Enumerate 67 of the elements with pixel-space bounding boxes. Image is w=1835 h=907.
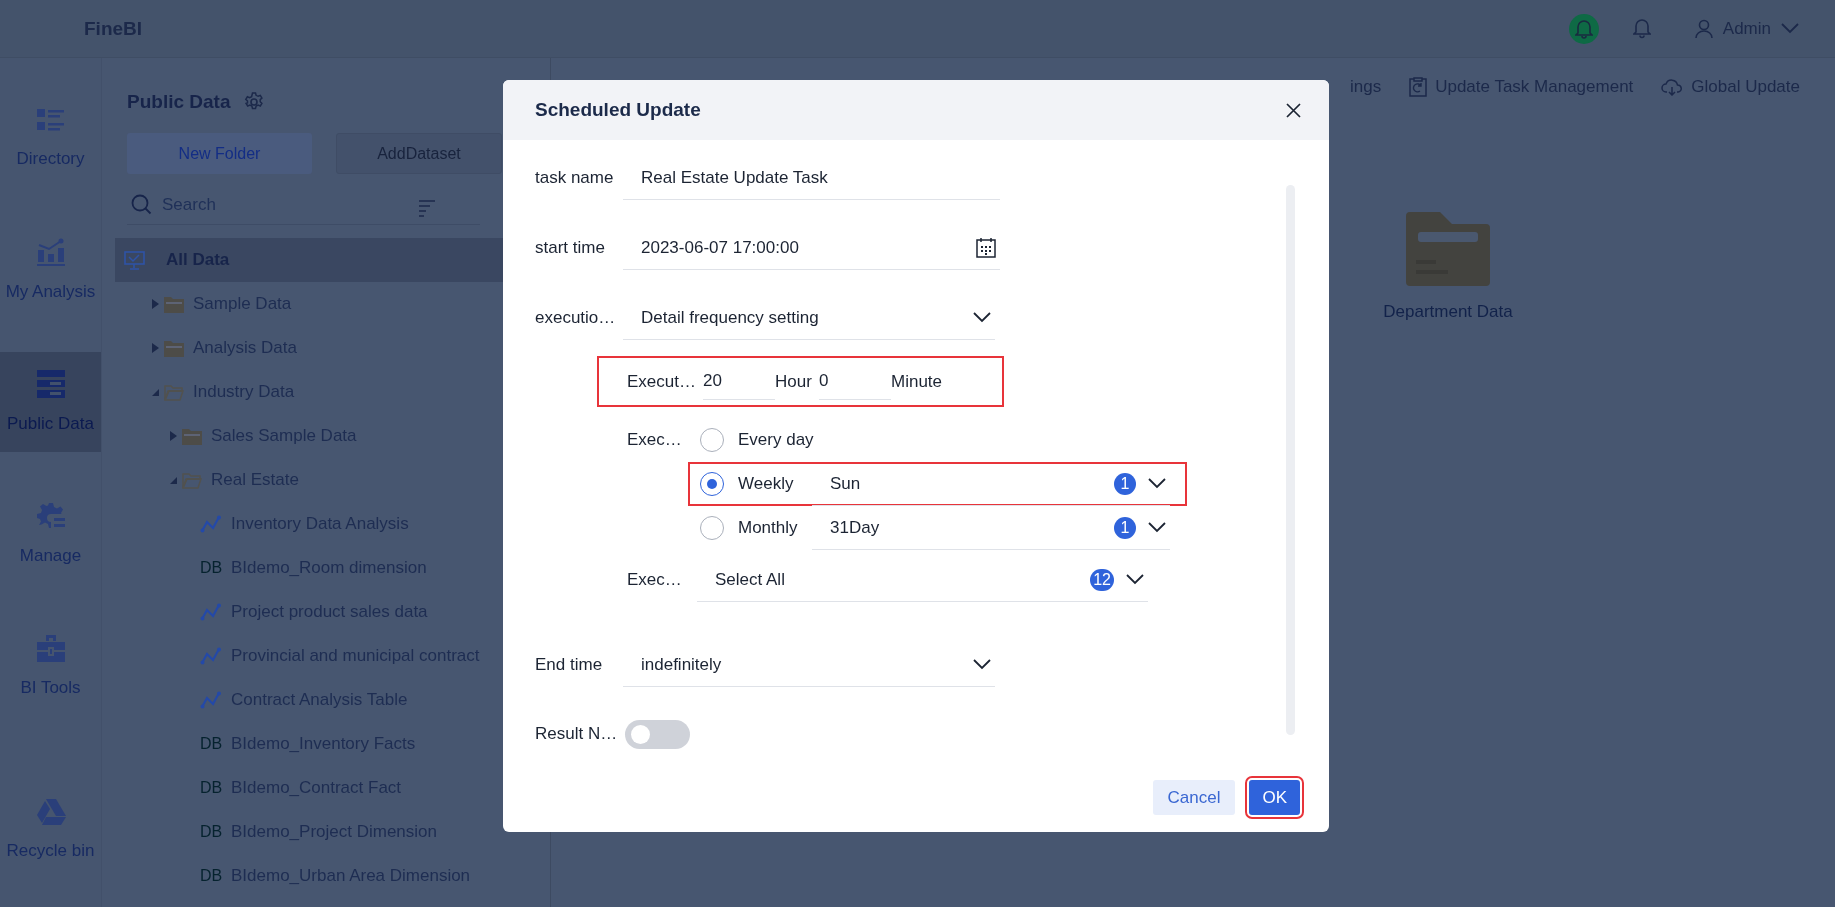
settings-icon[interactable]: [244, 92, 265, 112]
chevron-down-icon: [973, 312, 991, 323]
cloud-icon: [1661, 78, 1684, 96]
folder-icon: [164, 295, 184, 313]
select-field[interactable]: 2023-06-07 17:00:00: [623, 226, 1000, 270]
cancel-button[interactable]: Cancel: [1152, 780, 1236, 815]
select-field[interactable]: Detail frequency setting: [623, 296, 995, 340]
toggle-switch[interactable]: [625, 719, 690, 749]
select-field[interactable]: Sun 1: [812, 462, 1170, 506]
bell-icon[interactable]: [1568, 13, 1599, 44]
chevron-down-icon: [1126, 574, 1144, 585]
input-field[interactable]: 20: [703, 363, 775, 400]
field-label: task name: [535, 168, 615, 188]
open-folder-icon: [164, 383, 184, 401]
calendar-icon[interactable]: [976, 237, 996, 258]
close-icon[interactable]: [1286, 102, 1301, 118]
monitor-icon: [124, 250, 145, 270]
count-badge: 1: [1114, 472, 1136, 495]
dialog-title: Scheduled Update: [535, 99, 701, 121]
db-tag: DB: [200, 823, 222, 841]
field-label: Exec…: [627, 430, 683, 450]
new-folder-button[interactable]: New Folder: [127, 133, 312, 174]
chevron-down-icon: [1148, 478, 1166, 489]
filter-icon[interactable]: [419, 198, 435, 218]
count-badge: 12: [1090, 568, 1114, 591]
open-folder-icon: [182, 471, 202, 489]
db-tag: DB: [200, 779, 222, 797]
select-field[interactable]: Select All 12: [697, 558, 1148, 602]
chevron-down-icon: [1148, 522, 1166, 533]
field-label: End time: [535, 655, 604, 675]
unit-label: Minute: [891, 371, 943, 392]
bell-icon[interactable]: [1632, 18, 1651, 39]
unit-label: Hour: [775, 371, 813, 392]
field-label: Execut…: [627, 371, 697, 392]
db-tag: DB: [200, 867, 222, 885]
folder-icon[interactable]: [1406, 212, 1490, 286]
option-label[interactable]: Monthly: [738, 518, 812, 538]
line-chart-icon: [200, 647, 222, 665]
toolbox-icon: [36, 634, 65, 662]
select-field[interactable]: indefinitely: [623, 643, 995, 687]
field-label: Result N…: [535, 724, 619, 744]
folder-icon: [182, 427, 202, 445]
field-label: executio…: [535, 308, 617, 328]
db-tag: DB: [200, 735, 222, 753]
triangle-drive-icon: [35, 799, 66, 825]
bar-chart-icon: [36, 238, 65, 266]
folder-icon: [164, 339, 184, 357]
field-label: start time: [535, 238, 606, 258]
line-chart-icon: [200, 691, 222, 709]
select-field[interactable]: 31Day 1: [812, 506, 1170, 550]
db-tag: DB: [200, 559, 222, 577]
chevron-down-icon: [1781, 23, 1799, 34]
user-icon[interactable]: [1694, 18, 1713, 39]
option-label[interactable]: Every day: [738, 430, 812, 450]
list-icon: [36, 107, 65, 133]
input-field[interactable]: Real Estate Update Task: [623, 156, 1000, 200]
search-icon: [131, 194, 152, 215]
count-badge: 1: [1114, 516, 1136, 539]
chevron-down-icon: [973, 659, 991, 670]
field-label: Exec…: [627, 570, 683, 590]
option-label[interactable]: Weekly: [738, 474, 812, 494]
gear-icon: [36, 502, 65, 530]
line-chart-icon: [200, 515, 222, 533]
clipboard-icon: [1409, 77, 1428, 97]
line-chart-icon: [200, 603, 222, 621]
input-field[interactable]: 0: [819, 363, 891, 400]
database-icon: [36, 370, 65, 398]
